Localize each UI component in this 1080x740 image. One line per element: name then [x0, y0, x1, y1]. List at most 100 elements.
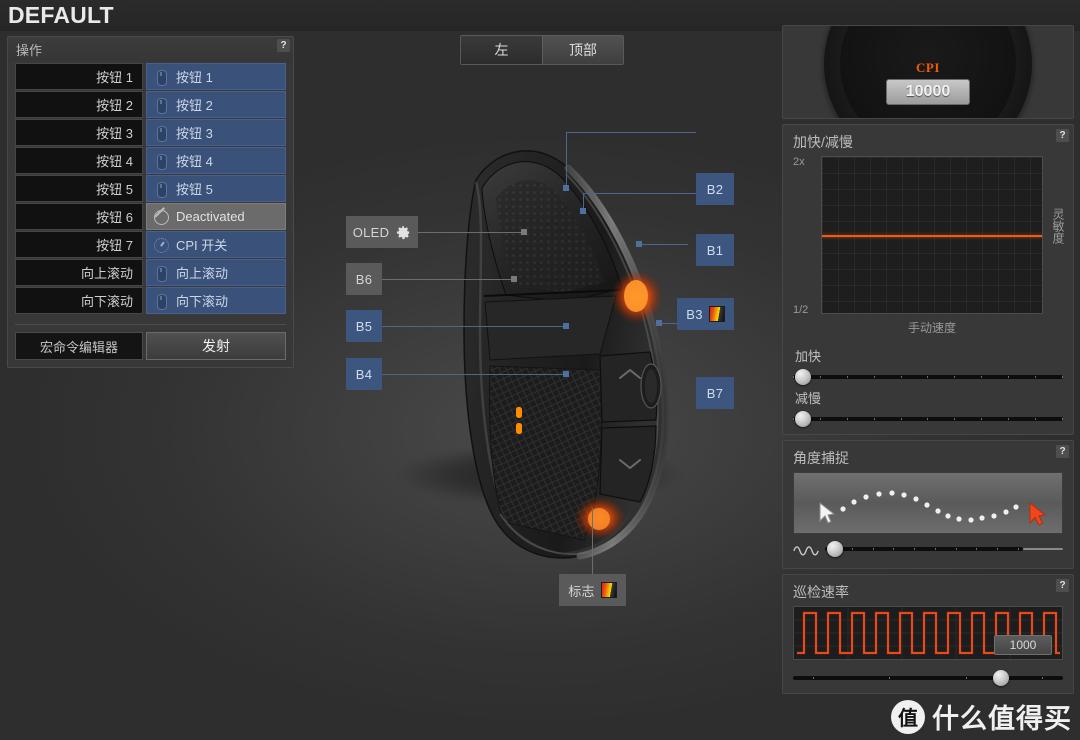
binding-key[interactable]: 按钮 4: [15, 147, 143, 174]
slider-knob[interactable]: [992, 670, 1009, 686]
angle-snapping-slider[interactable]: [793, 540, 1063, 560]
mouse-icon: [153, 265, 169, 282]
slider-knob[interactable]: [795, 369, 811, 385]
binding-key[interactable]: 按钮 5: [15, 175, 143, 202]
cpi-label: CPI: [916, 60, 940, 75]
binding-action[interactable]: Deactivated: [146, 203, 286, 230]
callout-node-b7: [656, 320, 662, 326]
tab-left-view[interactable]: 左: [461, 36, 542, 64]
binding-key[interactable]: 按钮 1: [15, 63, 143, 90]
binding-action[interactable]: 向下滚动: [146, 287, 286, 314]
acceleration-panel: ? 加快/减慢 2x 1/2 灵敏度 手动速度 加快 减慢: [782, 124, 1074, 435]
cpi-gauge-icon: [153, 237, 169, 253]
binding-key[interactable]: 向上滚动: [15, 259, 143, 286]
binding-action-label: Deactivated: [176, 209, 245, 224]
binding-action[interactable]: CPI 开关: [146, 231, 286, 258]
callout-b5[interactable]: B5: [346, 310, 382, 342]
y-axis-label: 灵敏度: [1051, 208, 1065, 244]
binding-key[interactable]: 按钮 3: [15, 119, 143, 146]
callout-line-b5: [378, 326, 566, 327]
binding-row: 向下滚动 向下滚动: [15, 287, 286, 314]
callout-b3[interactable]: B3: [677, 298, 734, 330]
binding-action-label: 向上滚动: [176, 266, 229, 281]
binding-row: 按钮 2 按钮 2: [15, 91, 286, 118]
decel-slider[interactable]: [793, 410, 1063, 428]
slider-ticks: [793, 376, 1063, 378]
mouse-diagram: B2 B1 B3 B7 OLED B6 B5 B4 标志: [300, 70, 780, 690]
callout-b5-label: B5: [355, 318, 373, 334]
x-axis-label: 手动速度: [907, 321, 956, 335]
binding-action-label: 按钮 2: [176, 98, 213, 113]
callout-b2[interactable]: B2: [696, 173, 734, 205]
help-icon[interactable]: ?: [277, 39, 290, 52]
callout-b7[interactable]: B7: [696, 377, 734, 409]
callout-line-b2: [566, 132, 696, 133]
callout-line-b6: [378, 279, 514, 280]
callout-b4[interactable]: B4: [346, 358, 382, 390]
binding-action[interactable]: 按钮 4: [146, 147, 286, 174]
cursor-white-icon: [819, 501, 836, 524]
mouse-icon: [153, 69, 169, 86]
binding-action[interactable]: 按钮 2: [146, 91, 286, 118]
binding-action[interactable]: 向上滚动: [146, 259, 286, 286]
callout-logo[interactable]: 标志: [559, 574, 626, 606]
mouse-icon: [153, 153, 169, 170]
binding-row: 按钮 5 按钮 5: [15, 175, 286, 202]
slider-knob[interactable]: [795, 411, 811, 427]
fire-button[interactable]: 发射: [146, 332, 286, 360]
binding-action-label: 按钮 4: [176, 154, 213, 169]
accel-slider[interactable]: [793, 368, 1063, 386]
bindings-panel-title: 操作: [16, 43, 43, 58]
binding-key[interactable]: 向下滚动: [15, 287, 143, 314]
polling-rate-title: 巡检速率: [793, 584, 849, 600]
view-tabs: 左 顶部: [460, 35, 624, 65]
mouse-icon: [153, 181, 169, 198]
tab-top-view[interactable]: 顶部: [542, 36, 623, 64]
angle-snapping-preview[interactable]: [793, 472, 1063, 534]
snap-path: [819, 490, 1047, 526]
binding-action[interactable]: 按钮 1: [146, 63, 286, 90]
binding-action[interactable]: 按钮 3: [146, 119, 286, 146]
cpi-value-input[interactable]: 10000: [886, 79, 970, 105]
color-swatch-icon[interactable]: [708, 306, 725, 322]
gear-icon[interactable]: [396, 225, 411, 240]
slider-ticks: [793, 418, 1063, 420]
binding-key[interactable]: 按钮 7: [15, 231, 143, 258]
callout-node-b2: [563, 185, 569, 191]
angle-snapping-title: 角度捕捉: [793, 450, 849, 466]
polling-rate-slider[interactable]: [793, 669, 1063, 687]
help-icon[interactable]: ?: [1056, 445, 1069, 458]
callout-b1[interactable]: B1: [696, 234, 734, 266]
binding-row: 按钮 7 CPI 开关: [15, 231, 286, 258]
help-icon[interactable]: ?: [1056, 579, 1069, 592]
acceleration-graph-wrap: 2x 1/2 灵敏度 手动速度: [783, 156, 1073, 344]
polling-rate-panel: ? 巡检速率 1000: [782, 574, 1074, 694]
polling-rate-value[interactable]: 1000: [994, 635, 1052, 655]
settings-column: CPI 10000 ? 加快/减慢 2x 1/2 灵敏度 手动速度 加快 减慢 …: [782, 25, 1074, 699]
binding-action-label: CPI 开关: [176, 238, 228, 253]
page-title: DEFAULT: [8, 2, 114, 28]
binding-action-label: 按钮 3: [176, 126, 213, 141]
slider-knob[interactable]: [827, 541, 843, 557]
acceleration-graph[interactable]: [821, 156, 1043, 314]
ban-icon: [153, 209, 169, 225]
callout-line-b2-vert: [566, 132, 567, 188]
watermark-badge: 值: [891, 699, 925, 734]
color-swatch-icon[interactable]: [600, 582, 617, 598]
bindings-footer: 宏命令编辑器 发射: [8, 325, 293, 367]
binding-action[interactable]: 按钮 5: [146, 175, 286, 202]
angle-snapping-panel: ? 角度捕捉: [782, 440, 1074, 569]
callout-node-b3: [636, 241, 642, 247]
binding-key[interactable]: 按钮 6: [15, 203, 143, 230]
bindings-list: 按钮 1 按钮 1 按钮 2 按钮 2 按钮 3 按钮 3 按钮 4 按钮 4 …: [8, 61, 293, 321]
callout-b7-label: B7: [706, 385, 724, 401]
callout-b4-label: B4: [355, 366, 373, 382]
callout-logo-label: 标志: [568, 583, 595, 599]
binding-key[interactable]: 按钮 2: [15, 91, 143, 118]
help-icon[interactable]: ?: [1056, 129, 1069, 142]
callout-oled[interactable]: OLED: [346, 216, 418, 248]
mouse-icon: [153, 97, 169, 114]
cpi-gauge-box: CPI 10000: [783, 26, 1073, 118]
callout-b6[interactable]: B6: [346, 263, 382, 295]
macro-editor-button[interactable]: 宏命令编辑器: [15, 332, 143, 360]
